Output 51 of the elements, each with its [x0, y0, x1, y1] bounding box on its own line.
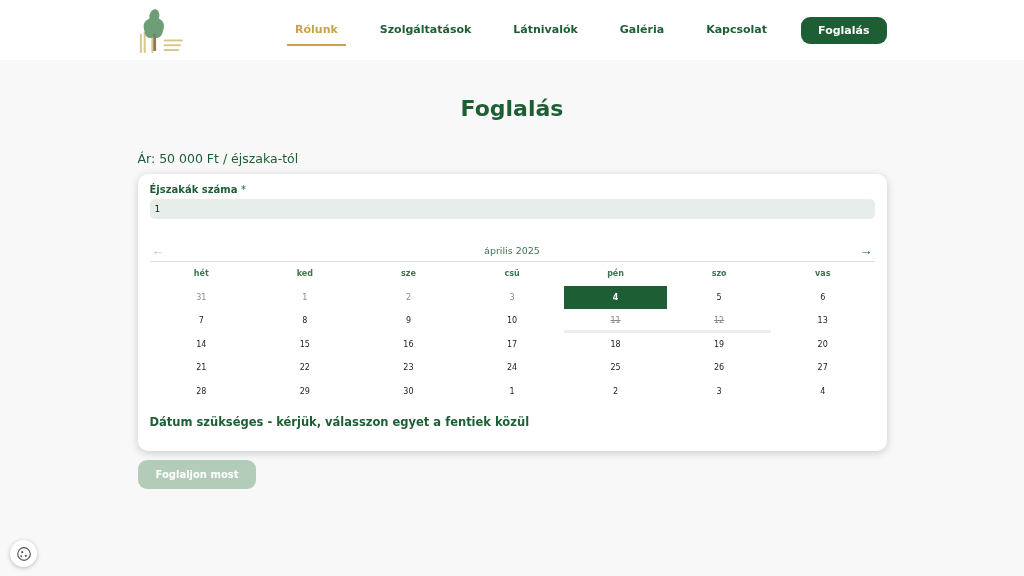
weekday-label: vas [814, 268, 832, 280]
weekday-label: csü [503, 268, 521, 280]
calendar-day[interactable]: 19 [667, 332, 771, 356]
weekday-label: hét [192, 267, 210, 280]
required-mark: * [241, 184, 246, 195]
weekday-label: szo [710, 268, 728, 280]
price-text: Ár: 50 000 Ft / éjszaka-tól [137, 151, 300, 166]
nav-link[interactable]: Látnivalók [505, 14, 586, 46]
calendar-day[interactable]: 30 [356, 379, 461, 403]
field-label: Éjszakák száma [149, 184, 238, 195]
calendar-day[interactable]: 21 [149, 356, 254, 380]
calendar-day[interactable]: 15 [253, 332, 357, 356]
calendar-day[interactable]: 7 [149, 309, 254, 333]
calendar-day[interactable]: 3 [667, 379, 771, 403]
calendar-day[interactable]: 16 [356, 332, 461, 356]
booking-button[interactable]: Foglalás [801, 16, 887, 44]
weekday-label: pén [606, 267, 625, 280]
calendar-day[interactable]: 13 [770, 309, 875, 333]
calendar-day[interactable]: 17 [460, 332, 564, 356]
calendar-day[interactable]: 14 [149, 332, 254, 356]
cookie-button[interactable] [10, 540, 37, 567]
validation-message: Dátum szükséges - kérjük, válasszon egyet a fentiek közül [149, 415, 531, 429]
nav-link[interactable]: Kapcsolat [698, 14, 776, 46]
calendar-day[interactable]: 28 [149, 379, 254, 403]
calendar-day[interactable]: 4 [563, 285, 668, 309]
weekday-label: sze [400, 268, 417, 280]
next-month-button[interactable]: → [857, 243, 875, 258]
calendar-day[interactable]: 26 [667, 356, 771, 380]
nav-link[interactable]: Galéria [611, 14, 673, 46]
calendar-day[interactable]: 22 [253, 356, 357, 380]
calendar-day[interactable]: 25 [563, 356, 668, 380]
calendar-day[interactable]: 24 [460, 356, 564, 380]
calendar-day[interactable]: 6 [770, 285, 875, 309]
cookie-icon [14, 544, 33, 563]
calendar-day[interactable]: 2 [563, 379, 668, 403]
calendar-day[interactable]: 5 [667, 285, 771, 309]
calendar-day[interactable]: 18 [563, 332, 668, 356]
page-title: Foglalás [459, 96, 565, 121]
calendar-day[interactable]: 9 [356, 309, 461, 333]
calendar-day[interactable]: 23 [356, 356, 461, 380]
calendar-day[interactable]: 1 [460, 379, 564, 403]
calendar-day[interactable]: 4 [770, 379, 875, 403]
calendar-day[interactable]: 20 [770, 332, 875, 356]
calendar-day[interactable]: 10 [460, 309, 564, 333]
nights-field[interactable]: 1 [149, 199, 875, 219]
nav-link[interactable]: Szolgáltatások [371, 14, 480, 46]
calendar-day[interactable]: 8 [253, 309, 357, 333]
calendar-day[interactable]: 27 [770, 356, 875, 380]
weekday-label: ked [295, 268, 314, 280]
month-title: április 2025 [484, 245, 540, 256]
calendar-day[interactable]: 29 [253, 379, 357, 403]
